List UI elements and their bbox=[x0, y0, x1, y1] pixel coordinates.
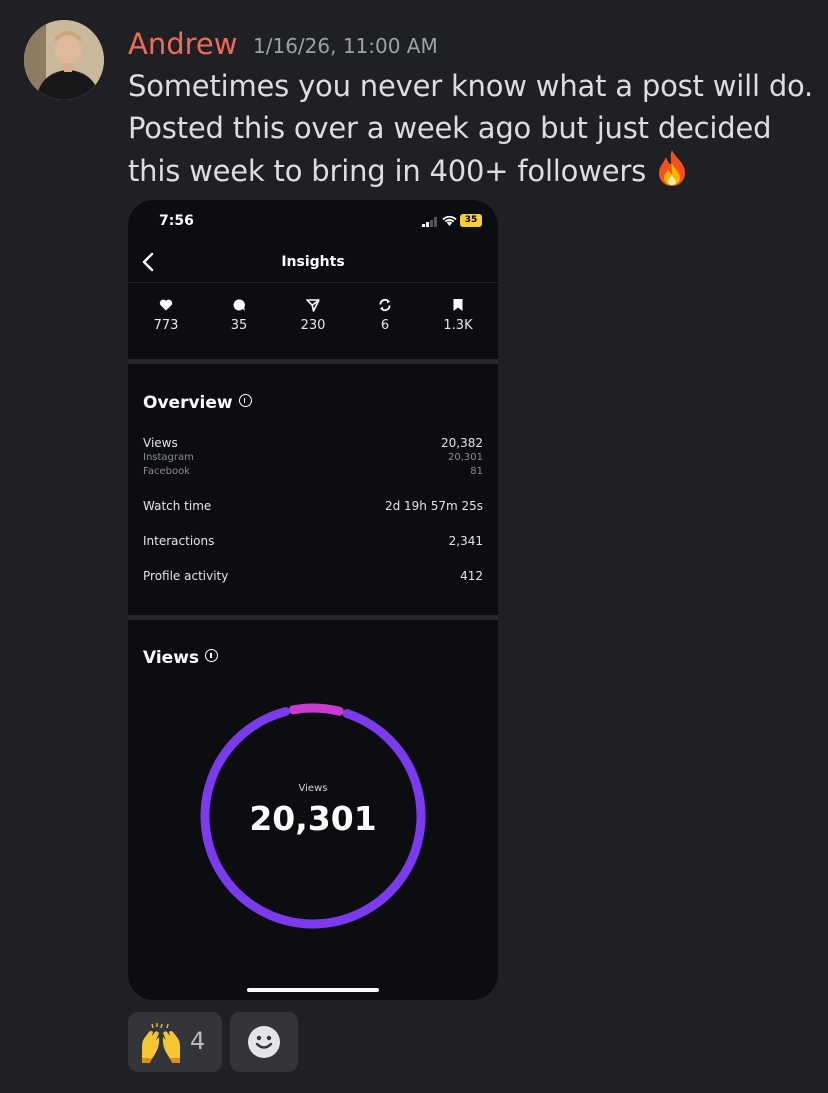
status-time: 7:56 bbox=[159, 213, 194, 229]
stat-value: 1.3K bbox=[443, 318, 473, 333]
add-reaction-button[interactable] bbox=[230, 1012, 298, 1072]
wifi-icon bbox=[442, 215, 457, 226]
row-value: 412 bbox=[460, 569, 483, 583]
avatar-image bbox=[24, 20, 104, 100]
ring-label: Views bbox=[298, 783, 328, 794]
insights-screenshot[interactable]: 7:56 35 Insights 773 35 230 6 1.3K Overv… bbox=[128, 200, 498, 1000]
author-name[interactable]: Andrew bbox=[128, 26, 237, 62]
avatar[interactable] bbox=[24, 20, 104, 100]
home-indicator bbox=[247, 988, 379, 992]
bookmark-icon bbox=[453, 299, 463, 311]
views-ring-chart: Views 20,301 bbox=[200, 703, 426, 929]
section-divider bbox=[128, 615, 498, 620]
heart-icon bbox=[159, 299, 173, 311]
stat-saves: 1.3K bbox=[428, 298, 488, 333]
info-icon[interactable] bbox=[238, 394, 252, 407]
message-timestamp: 1/16/26, 11:00 AM bbox=[253, 34, 438, 58]
stat-value: 35 bbox=[230, 318, 248, 333]
add-reaction-icon bbox=[248, 1026, 280, 1058]
stat-likes: 773 bbox=[136, 298, 196, 333]
fire-emoji-icon bbox=[659, 150, 686, 186]
message-text: Sometimes you never know what a post wil… bbox=[128, 69, 814, 188]
reaction-raising-hands[interactable]: 4 bbox=[128, 1012, 222, 1072]
row-value: 2,341 bbox=[448, 534, 483, 548]
ring-value: 20,301 bbox=[249, 799, 377, 838]
row-label: Instagram bbox=[143, 452, 194, 463]
ring-segment-facebook bbox=[288, 703, 344, 716]
row-label: Interactions bbox=[143, 534, 215, 548]
row-label: Profile activity bbox=[143, 569, 229, 583]
stat-shares: 230 bbox=[283, 298, 343, 333]
stat-value: 773 bbox=[153, 318, 179, 333]
row-label: Watch time bbox=[143, 499, 212, 513]
row-value: 20,301 bbox=[448, 452, 483, 463]
row-label: Facebook bbox=[143, 466, 190, 477]
message-body: Sometimes you never know what a post wil… bbox=[128, 65, 818, 192]
signal-icon bbox=[422, 217, 437, 227]
overview-title: Overview bbox=[143, 393, 233, 413]
comment-icon bbox=[233, 299, 245, 311]
raising-hands-icon bbox=[142, 1023, 180, 1063]
views-title: Views bbox=[143, 648, 200, 668]
stat-comments: 35 bbox=[209, 298, 269, 333]
info-icon[interactable] bbox=[205, 649, 219, 662]
row-value: 20,382 bbox=[441, 436, 483, 450]
share-icon bbox=[306, 299, 320, 312]
overview-heading: Overview bbox=[143, 393, 252, 413]
repost-icon bbox=[379, 298, 391, 312]
stat-value: 6 bbox=[380, 318, 390, 333]
row-value: 81 bbox=[470, 466, 483, 477]
chat-message: Andrew 1/16/26, 11:00 AM Sometimes you n… bbox=[0, 0, 828, 1093]
row-label: Views bbox=[143, 436, 178, 450]
row-value: 2d 19h 57m 25s bbox=[384, 499, 483, 513]
engagement-stats: 773 35 230 6 1.3K bbox=[128, 298, 498, 343]
stat-value: 230 bbox=[300, 318, 326, 333]
status-icons: 35 bbox=[414, 214, 482, 228]
section-divider bbox=[128, 359, 498, 364]
battery-icon: 35 bbox=[460, 214, 482, 227]
divider bbox=[128, 282, 498, 283]
page-title: Insights bbox=[281, 254, 345, 270]
stat-reposts: 6 bbox=[355, 298, 415, 333]
views-heading: Views bbox=[143, 648, 219, 668]
reaction-count: 4 bbox=[190, 1027, 206, 1055]
